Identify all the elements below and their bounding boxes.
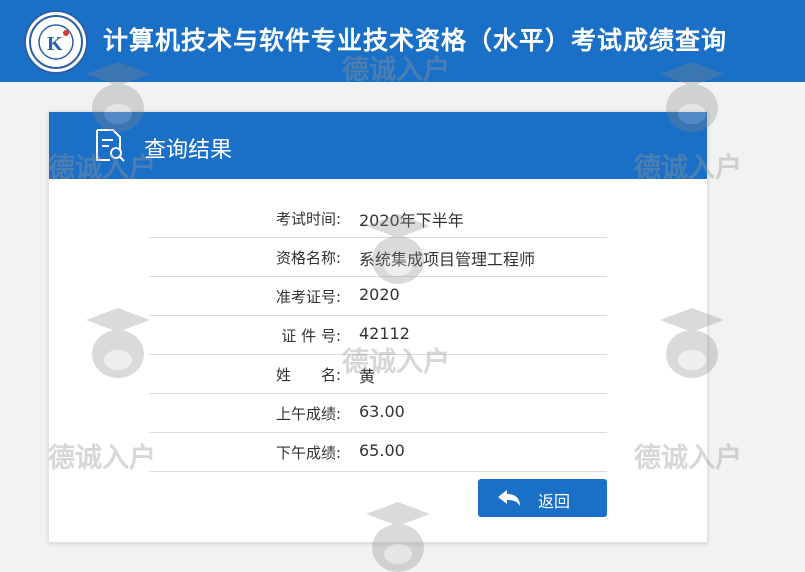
row-value: 黄 [359,367,376,386]
top-header: K 计算机技术与软件专业技术资格（水平）考试成绩查询 [0,0,805,82]
row-label: 证 件 号: [281,327,341,345]
row-label: 姓 名: [275,366,341,384]
row-value: 2020 [359,285,400,304]
row-label: 下午成绩: [275,444,341,462]
row-value: 2020年下半年 [359,211,464,230]
result-row-morning-score: 上午成绩: 63.00 [149,394,607,433]
row-value: 42112 [359,324,410,343]
card-header: 查询结果 [49,112,707,179]
result-row-id-number: 证 件 号: 42112 [149,316,607,355]
row-label: 上午成绩: [275,405,341,423]
card-title: 查询结果 [144,138,233,163]
svg-text:K: K [47,33,63,55]
result-row-name: 姓 名: 黄 [149,355,607,394]
row-value: 系统集成项目管理工程师 [359,250,536,269]
result-row-exam-time: 考试时间: 2020年下半年 [149,199,607,238]
row-label: 准考证号: [275,288,341,306]
result-row-admission-number: 准考证号: 2020 [149,277,607,316]
exam-logo-icon: K [24,10,88,74]
back-arrow-icon [496,488,522,512]
result-table: 考试时间: 2020年下半年 资格名称: 系统集成项目管理工程师 准考证号: 2… [149,199,607,472]
result-row-qualification: 资格名称: 系统集成项目管理工程师 [149,238,607,277]
document-search-icon [93,128,127,166]
back-button[interactable]: 返回 [478,479,607,517]
site-title: 计算机技术与软件专业技术资格（水平）考试成绩查询 [103,26,728,55]
row-value: 65.00 [359,441,405,460]
back-button-label: 返回 [538,492,571,511]
result-row-afternoon-score: 下午成绩: 65.00 [149,433,607,472]
row-label: 资格名称: [275,249,341,267]
row-value: 63.00 [359,402,405,421]
row-label: 考试时间: [275,210,341,228]
result-card: 查询结果 考试时间: 2020年下半年 资格名称: 系统集成项目管理工程师 准考… [48,111,708,543]
